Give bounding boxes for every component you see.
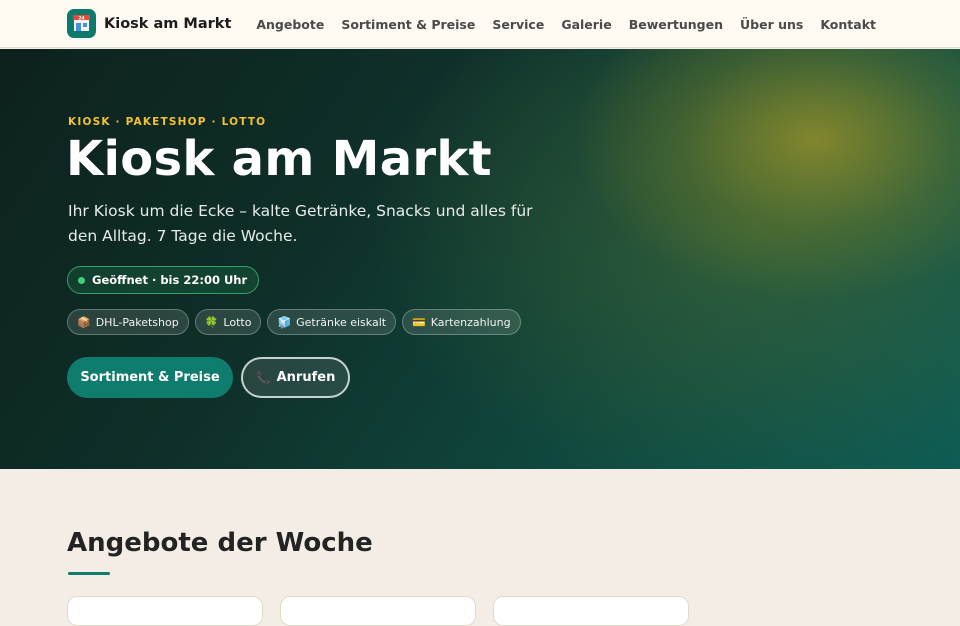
- phone-icon: 📞: [255, 370, 271, 385]
- nav-link-sortiment[interactable]: Sortiment & Preise: [341, 17, 475, 32]
- brand-name: Kiosk am Markt: [104, 15, 232, 32]
- chip-label: Getränke eiskalt: [296, 315, 387, 329]
- brand[interactable]: 24 Kiosk am Markt: [67, 9, 231, 38]
- nav-link-service[interactable]: Service: [492, 17, 544, 32]
- clover-icon: 🍀: [204, 315, 219, 329]
- hero-title: Kiosk am Markt: [66, 131, 492, 187]
- nav-link-bewertungen[interactable]: Bewertungen: [629, 17, 723, 32]
- chip-kartenzahlung: 💳 Kartenzahlung: [402, 309, 521, 335]
- offers-section-title: Angebote der Woche: [67, 528, 373, 558]
- hero-section: KIOSK · PAKETSHOP · LOTTO Kiosk am Markt…: [0, 49, 960, 469]
- call-button-label: Anrufen: [276, 370, 336, 385]
- offer-card[interactable]: [280, 596, 476, 626]
- opening-status-badge: Geöffnet · bis 22:00 Uhr: [67, 266, 260, 294]
- main-nav: Angebote Sortiment & Preise Service Gale…: [256, 0, 876, 48]
- nav-link-angebote[interactable]: Angebote: [256, 17, 324, 32]
- offer-card[interactable]: [67, 596, 263, 626]
- svg-text:24: 24: [78, 15, 84, 21]
- chip-paketshop: 📦 DHL-Paketshop: [67, 309, 189, 335]
- call-button[interactable]: 📞 Anrufen: [241, 357, 350, 398]
- offer-card[interactable]: [493, 596, 689, 626]
- hero-subtitle: Ihr Kiosk um die Ecke – kalte Getränke, …: [68, 202, 533, 245]
- status-dot-icon: [78, 276, 85, 284]
- hero-eyebrow: KIOSK · PAKETSHOP · LOTTO: [68, 116, 267, 128]
- ice-cube-icon: 🧊: [277, 315, 292, 329]
- nav-link-kontakt[interactable]: Kontakt: [820, 17, 876, 32]
- package-icon: 📦: [77, 315, 91, 329]
- nav-link-galerie[interactable]: Galerie: [561, 17, 611, 32]
- credit-card-icon: 💳: [412, 315, 426, 329]
- chip-getraenke: 🧊 Getränke eiskalt: [267, 309, 397, 335]
- chip-label: Lotto: [223, 315, 252, 329]
- chip-lotto: 🍀 Lotto: [194, 309, 262, 335]
- feature-chips: 📦 DHL-Paketshop 🍀 Lotto 🧊 Getränke eiska…: [67, 309, 521, 335]
- nav-link-ueber-uns[interactable]: Über uns: [740, 17, 803, 32]
- sortiment-preise-button[interactable]: Sortiment & Preise: [67, 357, 233, 398]
- status-text: Geöffnet · bis 22:00 Uhr: [92, 273, 248, 287]
- offer-cards: [67, 596, 689, 626]
- section-title-underline: [68, 572, 110, 575]
- kiosk-shop-icon: 24: [67, 9, 96, 38]
- site-header: 24 Kiosk am Markt Angebote Sortiment & P…: [0, 0, 960, 48]
- chip-label: Kartenzahlung: [430, 315, 511, 329]
- chip-label: DHL-Paketshop: [95, 315, 179, 329]
